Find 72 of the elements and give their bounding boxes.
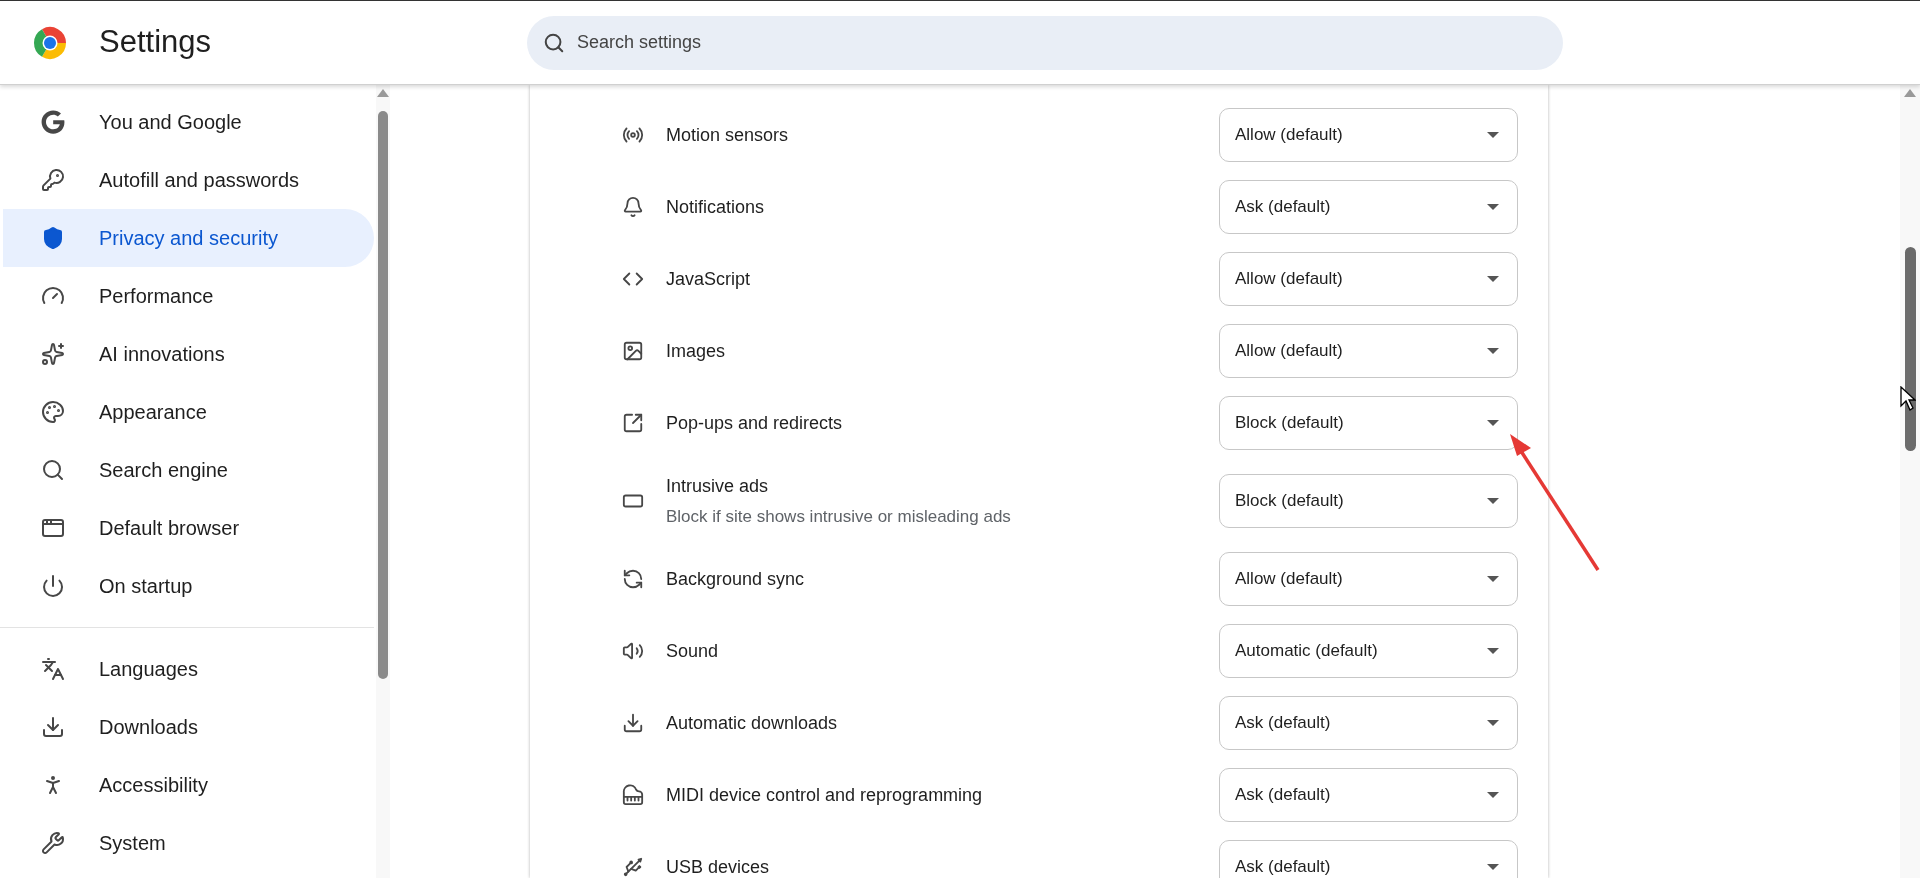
dropdown-select[interactable]: Allow (default) — [1219, 108, 1518, 162]
setting-label: Intrusive ads — [666, 474, 770, 498]
google-g-icon — [41, 110, 65, 134]
search-icon — [41, 458, 65, 482]
dropdown-select[interactable]: Allow (default) — [1219, 324, 1518, 378]
external-link-icon — [622, 412, 644, 434]
caret-icon — [1487, 792, 1499, 798]
setting-label: USB devices — [666, 855, 771, 878]
window-icon — [41, 516, 65, 540]
sparkles-icon — [41, 342, 65, 366]
caret-icon — [1487, 648, 1499, 654]
caret-icon — [1487, 204, 1499, 210]
sidebar-item[interactable]: You and Google — [3, 93, 374, 151]
key-icon — [41, 168, 65, 192]
piano-icon — [622, 784, 644, 806]
setting-label: Automatic downloads — [666, 711, 839, 735]
caret-icon — [1487, 132, 1499, 138]
sidebar-item[interactable]: Accessibility — [3, 756, 374, 814]
caret-icon — [1487, 420, 1499, 426]
sidebar-item[interactable]: System — [3, 814, 374, 872]
search-icon — [543, 31, 565, 54]
setting-label: Motion sensors — [666, 123, 790, 147]
shield-icon — [41, 226, 65, 250]
dropdown-select[interactable]: Ask (default) — [1219, 180, 1518, 234]
setting-label: Pop-ups and redirects — [666, 411, 844, 435]
image-icon — [622, 340, 644, 362]
sidebar-item[interactable]: AI innovations — [3, 325, 374, 383]
sidebar-item[interactable]: On startup — [3, 557, 374, 615]
setting-description: Block if site shows intrusive or misleading ads — [666, 505, 1012, 528]
sync-icon — [622, 568, 644, 590]
wrench-icon — [41, 831, 65, 855]
translate-icon — [41, 657, 65, 681]
caret-icon — [1487, 720, 1499, 726]
cursor-icon — [1900, 386, 1916, 412]
scrollbar[interactable] — [1900, 85, 1920, 878]
dropdown-select[interactable]: Allow (default) — [1219, 252, 1518, 306]
dropdown-select[interactable]: Ask (default) — [1219, 696, 1518, 750]
caret-icon — [1487, 498, 1499, 504]
setting-label: Images — [666, 339, 727, 363]
page-title: Settings — [99, 23, 211, 62]
palette-icon — [41, 400, 65, 424]
caret-icon — [1487, 576, 1499, 582]
usb-icon — [622, 856, 644, 878]
dropdown-select[interactable]: Block (default) — [1219, 474, 1518, 528]
search-field[interactable]: Search settings — [527, 15, 1563, 70]
caret-icon — [1487, 864, 1499, 870]
sidebar-item[interactable]: Downloads — [3, 698, 374, 756]
setting-label: Sound — [666, 639, 720, 663]
dropdown-select[interactable]: Automatic (default) — [1219, 624, 1518, 678]
bell-icon — [622, 196, 644, 218]
setting-label: Notifications — [666, 195, 766, 219]
download-icon — [41, 715, 65, 739]
browser-logo — [33, 25, 67, 60]
scrollbar[interactable] — [376, 85, 390, 878]
sidebar-item[interactable]: Performance — [3, 267, 374, 325]
sidebar-item[interactable]: Default browser — [3, 499, 374, 557]
sidebar-item[interactable]: Autofill and passwords — [3, 151, 374, 209]
dropdown-select[interactable]: Allow (default) — [1219, 552, 1518, 606]
setting-label: Background sync — [666, 567, 806, 591]
power-icon — [41, 574, 65, 598]
caret-icon — [1487, 276, 1499, 282]
download-icon — [622, 712, 644, 734]
setting-label: MIDI device control and reprogramming — [666, 783, 984, 807]
sidebar-item[interactable]: Appearance — [3, 383, 374, 441]
dropdown-select[interactable]: Ask (default) — [1219, 840, 1518, 878]
sidebar-item[interactable]: Search engine — [3, 441, 374, 499]
dropdown-select[interactable]: Ask (default) — [1219, 768, 1518, 822]
caret-icon — [1487, 348, 1499, 354]
speaker-icon — [622, 640, 644, 662]
sidebar-item[interactable]: Privacy and security — [3, 209, 374, 267]
sidebar-item[interactable]: Languages — [3, 640, 374, 698]
setting-label: JavaScript — [666, 267, 752, 291]
